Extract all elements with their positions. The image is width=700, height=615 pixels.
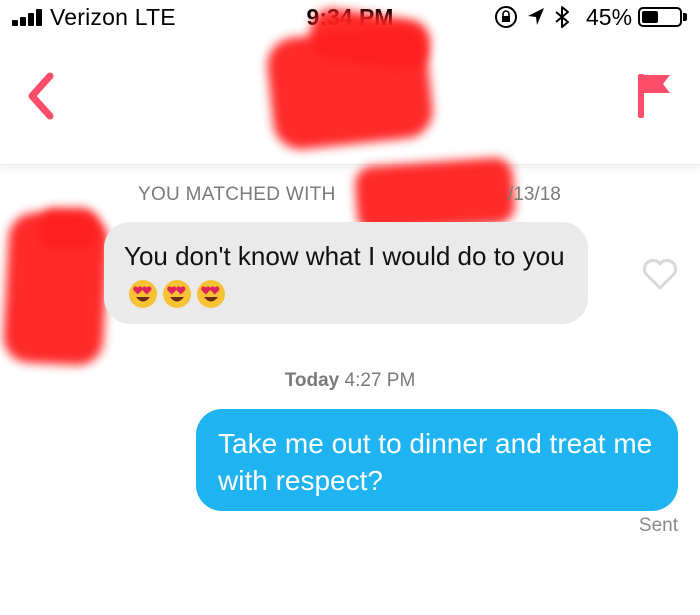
location-arrow-icon bbox=[528, 8, 544, 25]
outgoing-message-bubble[interactable]: Take me out to dinner and treat me with … bbox=[196, 409, 678, 511]
chevron-left-icon bbox=[28, 72, 54, 120]
redaction-mark bbox=[38, 208, 98, 248]
status-icons bbox=[495, 6, 569, 28]
outgoing-message-text: Take me out to dinner and treat me with … bbox=[218, 428, 653, 496]
signal-bars-icon bbox=[12, 8, 46, 26]
battery-nub bbox=[683, 13, 687, 21]
sent-status: Sent bbox=[638, 515, 678, 536]
battery-fill bbox=[642, 11, 658, 23]
battery-icon bbox=[638, 7, 682, 27]
like-message-button[interactable] bbox=[640, 256, 680, 292]
incoming-message-text: You don't know what I would do to you bbox=[124, 241, 565, 271]
back-button[interactable] bbox=[20, 68, 64, 124]
message-timestamp: Today 4:27 PM bbox=[0, 370, 700, 392]
timestamp-time: 4:27 PM bbox=[344, 370, 416, 391]
heart-eyes-emoji bbox=[129, 280, 157, 308]
incoming-message-bubble[interactable]: You don't know what I would do to you bbox=[104, 222, 588, 324]
report-button[interactable] bbox=[632, 70, 676, 122]
match-date: /13/18 bbox=[508, 184, 561, 205]
battery-percent: 45% bbox=[586, 4, 633, 30]
bluetooth-icon bbox=[555, 6, 569, 28]
match-banner: YOU MATCHED WITH bbox=[138, 184, 336, 205]
heart-eyes-emoji bbox=[163, 280, 191, 308]
flag-icon bbox=[638, 74, 670, 118]
heart-eyes-emoji bbox=[197, 280, 225, 308]
heart-outline-icon bbox=[642, 258, 678, 290]
orientation-lock-icon bbox=[495, 6, 517, 28]
carrier-label: Verizon LTE bbox=[50, 4, 176, 30]
timestamp-day: Today bbox=[284, 370, 340, 391]
